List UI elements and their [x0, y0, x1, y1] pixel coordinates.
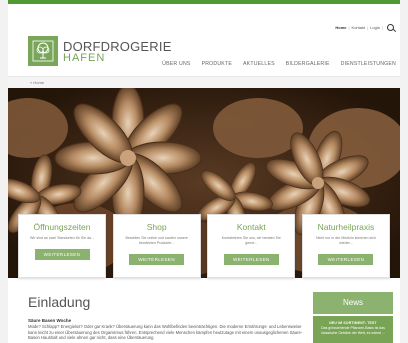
article-subheading: Säure Basen Woche — [28, 318, 72, 323]
toplink-login[interactable]: Login — [370, 25, 380, 30]
card-title[interactable]: Shop — [114, 222, 200, 232]
news-text: Das grösstehende Pflanzen-Basis ist das … — [321, 326, 385, 335]
news-panel: NEU IM SORTIMENT: TEST Das grösstehende … — [313, 316, 393, 343]
nav-item-aktuelles[interactable]: AKTUELLES — [243, 61, 275, 67]
teaser-cards: Öffnungszeiten Wir sind an zwei Standort… — [18, 214, 390, 278]
page: Home | Kontakt | Login | DORFDROGERIE HA… — [8, 0, 400, 343]
read-more-button[interactable]: WEITERLESEN — [129, 254, 185, 265]
toplink-kontakt[interactable]: Kontakt — [352, 25, 366, 30]
brand-subname[interactable]: HAFEN — [63, 53, 105, 64]
card-title[interactable]: Öffnungszeiten — [19, 222, 105, 232]
nav-item-bildergalerie[interactable]: BILDERGALERIE — [286, 61, 330, 67]
nav-item-dienstleistungen[interactable]: DIENSTLEISTUNGEN — [341, 61, 396, 67]
card-text: Nicht nur in der Medizin kommen sich wie… — [316, 236, 376, 245]
card-kontakt: Kontakt Kontaktieren Sie uns, wir berate… — [207, 214, 296, 278]
card-naturheilpraxis: Naturheilpraxis Nicht nur in der Medizin… — [301, 214, 390, 278]
read-more-button[interactable]: WEITERLESEN — [318, 254, 374, 265]
main-nav: ÜBER UNS PRODUKTE AKTUELLES BILDERGALERI… — [162, 61, 396, 67]
page-title: Einladung — [28, 294, 91, 310]
tree-icon — [32, 40, 54, 62]
toplink-home[interactable]: Home — [335, 25, 346, 30]
card-shop: Shop Bestellen Sie online und kaufen uns… — [112, 214, 201, 278]
read-more-button[interactable]: WEITERLESEN — [223, 254, 279, 265]
news-header: News — [313, 292, 393, 314]
top-links: Home | Kontakt | Login | — [335, 24, 394, 31]
article-body: Müde? Schlapp? Energielos? Oder gar Kran… — [28, 324, 303, 340]
search-icon[interactable] — [387, 24, 394, 31]
separator: | — [381, 25, 383, 30]
logo[interactable] — [28, 36, 58, 66]
nav-item-produkte[interactable]: PRODUKTE — [202, 61, 232, 67]
card-title[interactable]: Kontakt — [208, 222, 294, 232]
separator: | — [367, 25, 369, 30]
breadcrumb[interactable]: » Home — [30, 80, 44, 85]
nav-item-ueber-uns[interactable]: ÜBER UNS — [162, 61, 190, 67]
card-oeffnungszeiten: Öffnungszeiten Wir sind an zwei Standort… — [18, 214, 106, 278]
card-text: Wir sind an zwei Standorten für Sie da..… — [29, 236, 95, 240]
card-title[interactable]: Naturheilpraxis — [303, 222, 389, 232]
card-text: Bestellen Sie online und kaufen unsere b… — [125, 236, 188, 245]
breadcrumb-bar: » Home — [8, 76, 400, 88]
read-more-button[interactable]: WEITERLESEN — [34, 249, 90, 260]
separator: | — [348, 25, 350, 30]
card-text: Kontaktieren Sie uns, wir beraten Sie ge… — [221, 236, 281, 245]
